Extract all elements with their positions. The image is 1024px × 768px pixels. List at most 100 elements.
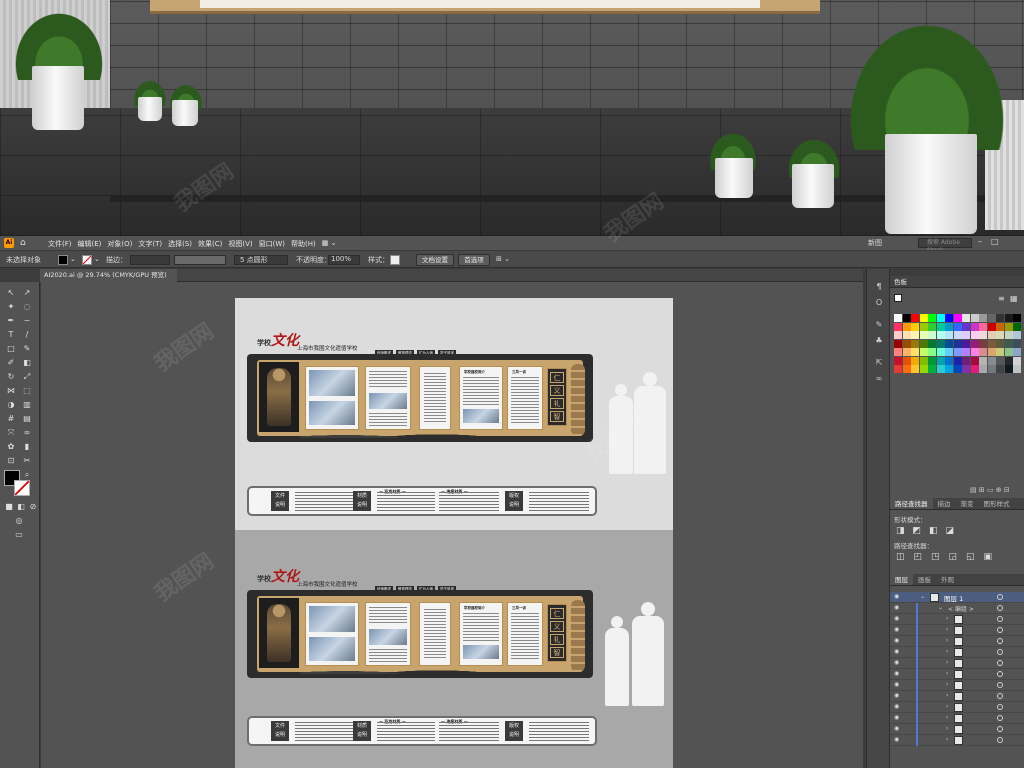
color-swatch[interactable] [894, 322, 902, 331]
color-swatch[interactable] [970, 365, 979, 373]
color-swatch[interactable] [902, 322, 911, 331]
menu-file[interactable]: 文件(F) [48, 239, 72, 249]
tab-graphic-styles[interactable]: 图形样式 [979, 498, 1015, 509]
target-circle-icon[interactable] [997, 726, 1003, 732]
expand-arrow-icon[interactable]: ⌄ [920, 593, 925, 600]
color-swatch[interactable] [987, 356, 996, 365]
visibility-eye-icon[interactable]: ◉ [894, 703, 899, 710]
color-swatch[interactable] [936, 356, 945, 365]
color-swatch[interactable] [894, 365, 902, 373]
expand-arrow-icon[interactable]: › [946, 648, 948, 655]
minimize-icon[interactable]: – [978, 237, 982, 246]
shape-mode-buttons[interactable]: ◨◩◧◪ [896, 526, 962, 536]
color-swatch[interactable] [894, 314, 902, 322]
color-swatch[interactable] [919, 348, 928, 356]
fill-swatch[interactable] [58, 255, 68, 265]
magic-wand-icon[interactable]: ✦ [6, 302, 16, 312]
rotate-tool-icon[interactable]: ↻ [6, 372, 16, 382]
color-swatch[interactable] [979, 314, 987, 322]
color-swatch[interactable] [928, 314, 936, 322]
stock-search-input[interactable]: 搜索 Adobe Stock [918, 238, 972, 254]
visibility-eye-icon[interactable]: ◉ [894, 670, 899, 677]
eyedropper-icon[interactable]: ⤧ [6, 428, 16, 438]
layer-row[interactable]: ◉ ⌄ 图层 1 [890, 592, 1024, 603]
visibility-eye-icon[interactable]: ◉ [894, 637, 899, 644]
expand-arrow-icon[interactable]: › [946, 637, 948, 644]
color-swatch[interactable] [996, 356, 1004, 365]
target-circle-icon[interactable] [997, 616, 1003, 622]
visibility-eye-icon[interactable]: ◉ [894, 736, 899, 743]
menu-window[interactable]: 窗口(W) [259, 239, 285, 249]
expand-arrow-icon[interactable]: › [946, 659, 948, 666]
links-icon[interactable]: ∞ [873, 373, 885, 385]
color-swatch[interactable] [970, 356, 979, 365]
color-swatch[interactable] [928, 348, 936, 356]
color-swatch[interactable] [1004, 314, 1013, 322]
tab-appearance[interactable]: 外观 [936, 574, 959, 585]
color-swatch[interactable] [911, 348, 919, 356]
color-swatch[interactable] [1004, 365, 1013, 373]
fill-dropdown-icon[interactable]: ⌄ [70, 255, 76, 263]
target-circle-icon[interactable] [997, 594, 1003, 600]
target-circle-icon[interactable] [997, 649, 1003, 655]
layer-row[interactable]: ◉ › [890, 735, 1024, 746]
color-swatch[interactable] [945, 314, 953, 322]
graphic-style-swatch[interactable] [390, 255, 400, 265]
arrange-documents-icon[interactable]: ⊞ ⌄ [496, 255, 510, 263]
free-transform-icon[interactable]: ⬚ [22, 386, 32, 396]
layers-list[interactable]: ◉ ⌄ 图层 1 ◉ ⌄ < 编组 > ◉ › ◉ › ◉ › ◉ › ◉ › ◉ › ◉ ›… [890, 592, 1024, 746]
color-mode-icon[interactable]: ■ [4, 502, 14, 512]
gradient-tool-icon[interactable]: ▤ [22, 414, 32, 424]
color-swatch[interactable] [979, 356, 987, 365]
list-view-icon[interactable]: ≡ [998, 294, 1005, 303]
color-swatch[interactable] [919, 339, 928, 348]
color-swatch[interactable] [953, 314, 962, 322]
color-swatch[interactable] [970, 314, 979, 322]
target-circle-icon[interactable] [997, 638, 1003, 644]
target-circle-icon[interactable] [997, 715, 1003, 721]
color-swatch[interactable] [945, 331, 953, 339]
color-swatch[interactable] [953, 322, 962, 331]
color-swatch[interactable] [1013, 356, 1021, 365]
swatch-grid[interactable] [894, 314, 1021, 373]
color-swatch[interactable] [902, 339, 911, 348]
layer-row[interactable]: ◉ › [890, 614, 1024, 625]
expand-arrow-icon[interactable]: › [946, 626, 948, 633]
layer-row[interactable]: ◉ › [890, 647, 1024, 658]
visibility-eye-icon[interactable]: ◉ [894, 692, 899, 699]
selection-tool-icon[interactable]: ↖ [6, 288, 16, 298]
color-swatch[interactable] [996, 339, 1004, 348]
zoom-tool-icon[interactable]: ⌕ [22, 470, 32, 480]
visibility-eye-icon[interactable]: ◉ [894, 648, 899, 655]
home-icon[interactable]: ⌂ [20, 238, 26, 248]
preferences-button[interactable]: 首选项 [458, 254, 490, 266]
layer-row[interactable]: ◉ › [890, 658, 1024, 669]
color-swatch[interactable] [987, 348, 996, 356]
color-swatch[interactable] [1013, 314, 1021, 322]
stroke-swatch[interactable] [82, 255, 92, 265]
color-swatch[interactable] [919, 365, 928, 373]
expand-arrow-icon[interactable]: › [946, 714, 948, 721]
color-swatch[interactable] [902, 348, 911, 356]
target-circle-icon[interactable] [997, 660, 1003, 666]
layer-row[interactable]: ◉ › [890, 680, 1024, 691]
stroke-weight-field[interactable] [130, 255, 170, 265]
target-circle-icon[interactable] [997, 671, 1003, 677]
export-icon[interactable]: ⇱ [873, 357, 885, 369]
symbol-sprayer-icon[interactable]: ✿ [6, 442, 16, 452]
color-swatch[interactable] [987, 322, 996, 331]
color-swatch[interactable] [936, 348, 945, 356]
color-swatch[interactable] [945, 322, 953, 331]
artboard-tool-icon[interactable]: ⊡ [6, 456, 16, 466]
target-circle-icon[interactable] [997, 704, 1003, 710]
layer-row[interactable]: ◉ › [890, 669, 1024, 680]
color-swatch[interactable] [911, 314, 919, 322]
expand-arrow-icon[interactable]: › [946, 703, 948, 710]
color-swatch[interactable] [928, 331, 936, 339]
color-swatch[interactable] [1004, 348, 1013, 356]
scale-tool-icon[interactable]: ⤢ [22, 372, 32, 382]
screen-mode-icon[interactable]: ▭ [14, 530, 24, 540]
expand-arrow-icon[interactable]: › [946, 736, 948, 743]
type-tool-icon[interactable]: T [6, 330, 16, 340]
group-name[interactable]: < 编组 > [948, 604, 974, 613]
